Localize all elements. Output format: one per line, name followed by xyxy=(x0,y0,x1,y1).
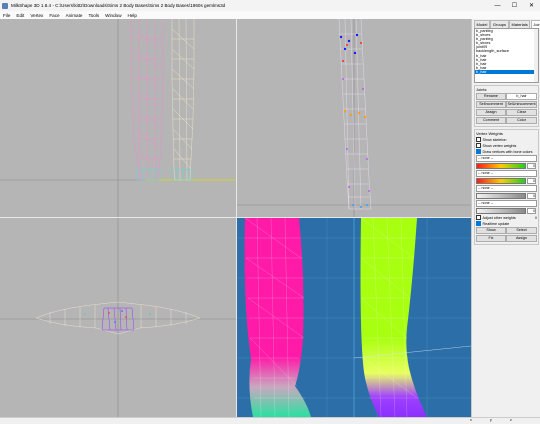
joints-section-title: Joints xyxy=(476,87,487,92)
menu-animate[interactable]: Animate xyxy=(63,13,86,18)
weight-value-4[interactable]: 0 xyxy=(527,208,536,214)
status-y: y xyxy=(490,418,492,422)
menu-file[interactable]: File xyxy=(0,13,13,18)
weight-gradient-1[interactable] xyxy=(476,163,526,169)
vertex-weights-section: Vertex Weights Show skeleton Show vertex… xyxy=(474,129,539,245)
perspective-render xyxy=(237,218,471,417)
close-button[interactable]: ✕ xyxy=(523,0,540,11)
fix-button[interactable]: Fix xyxy=(476,235,507,242)
menu-edit[interactable]: Edit xyxy=(13,13,27,18)
checkbox-icon xyxy=(476,215,481,220)
window-title: MilkShape 3D 1.8.4 - C:\Users\kitt2\Down… xyxy=(11,3,226,8)
checkbox-icon xyxy=(476,143,481,148)
viewport-splitter-horizontal[interactable] xyxy=(0,217,471,218)
bone-select-1[interactable]: -- none -- xyxy=(476,155,537,162)
show-vertex-weights-label: Show vertex weights xyxy=(482,143,517,148)
weight-value-2[interactable]: 0 xyxy=(527,178,536,184)
checkbox-icon xyxy=(476,137,481,142)
status-x: x xyxy=(470,418,472,422)
weight-row-1: 0 xyxy=(476,163,537,169)
checkbox-checked-icon xyxy=(476,221,481,226)
joint-list-scrollbar[interactable] xyxy=(534,29,538,82)
vertex-weights-title: Vertex Weights xyxy=(476,131,503,136)
assign-weights-button[interactable]: Assign xyxy=(506,235,537,242)
viewport-front[interactable] xyxy=(0,19,236,217)
viewport-side[interactable] xyxy=(237,19,471,217)
weight-row-2: 0 xyxy=(476,178,537,184)
minimize-button[interactable]: — xyxy=(489,0,506,11)
weight-row-4: 0 xyxy=(476,208,537,214)
weight-gradient-4[interactable] xyxy=(476,208,526,214)
selincomment-button[interactable]: SelIncomment xyxy=(476,101,507,108)
weight-gradient-2[interactable] xyxy=(476,178,526,184)
front-wireframe xyxy=(0,19,236,217)
joint-list-item-selected[interactable]: b_hair xyxy=(475,69,538,75)
menu-window[interactable]: Window xyxy=(102,13,124,18)
comment-button[interactable]: Comment xyxy=(476,117,507,124)
realtime-update-checkbox[interactable]: Realtime update xyxy=(476,221,537,226)
select-button[interactable]: Select xyxy=(506,227,537,234)
top-wireframe xyxy=(0,218,236,417)
weight-value-3[interactable]: 0 xyxy=(527,193,536,199)
joint-name-field[interactable]: b_hair xyxy=(506,93,537,100)
weight-row-3: 0 xyxy=(476,193,537,199)
viewport-3d[interactable] xyxy=(237,218,471,417)
joints-section: Joints Rename b_hair SelIncomment SelUni… xyxy=(474,85,539,127)
adjust-weights-value[interactable]: 0 xyxy=(535,216,537,220)
bone-select-2[interactable]: -- none -- xyxy=(476,170,537,177)
tab-groups[interactable]: Groups xyxy=(490,20,509,28)
tab-materials[interactable]: Materials xyxy=(509,20,531,28)
weight-value-1[interactable]: 0 xyxy=(527,163,536,169)
app-icon xyxy=(2,2,8,9)
side-panel: Model Groups Materials Joints b_pantleg … xyxy=(471,19,540,417)
show-skeleton-checkbox[interactable]: Show skeleton xyxy=(476,137,537,142)
menu-help[interactable]: Help xyxy=(125,13,140,18)
checkbox-checked-icon xyxy=(476,149,481,154)
weight-gradient-3[interactable] xyxy=(476,193,526,199)
menu-bar: File Edit Vertex Face Animate Tools Wind… xyxy=(0,11,540,19)
show-button[interactable]: Show xyxy=(476,227,507,234)
assign-button[interactable]: Assign xyxy=(476,109,507,116)
menu-vertex[interactable]: Vertex xyxy=(27,13,46,18)
clear-button[interactable]: Clear xyxy=(506,109,537,116)
draw-vertices-label: Draw vertices with bone colors xyxy=(482,149,533,154)
adjust-other-weights-label: Adjust other weights xyxy=(482,215,516,220)
panel-tabs: Model Groups Materials Joints xyxy=(474,20,540,28)
status-z: z xyxy=(510,418,512,422)
window-controls: — ☐ ✕ xyxy=(489,0,540,11)
side-wireframe xyxy=(237,19,471,217)
show-vertex-weights-checkbox[interactable]: Show vertex weights xyxy=(476,143,537,148)
menu-tools[interactable]: Tools xyxy=(85,13,102,18)
tab-model[interactable]: Model xyxy=(474,20,490,28)
menu-face[interactable]: Face xyxy=(46,13,62,18)
tab-joints[interactable]: Joints xyxy=(530,20,540,28)
adjust-other-weights-checkbox[interactable]: Adjust other weights 0 xyxy=(476,215,537,220)
title-bar: MilkShape 3D 1.8.4 - C:\Users\kitt2\Down… xyxy=(0,0,540,11)
joint-list[interactable]: b_pantleg b_shoes b_pantleg b_shoes join… xyxy=(474,28,539,83)
show-skeleton-label: Show skeleton xyxy=(482,137,507,142)
selunincomment-button[interactable]: SelUnincomment xyxy=(506,101,537,108)
color-button[interactable]: Color xyxy=(506,117,537,124)
rename-button[interactable]: Rename xyxy=(476,93,507,100)
viewport-splitter-vertical[interactable] xyxy=(236,19,237,417)
maximize-button[interactable]: ☐ xyxy=(506,0,523,11)
bone-select-4[interactable]: -- none -- xyxy=(476,200,537,207)
viewport-top[interactable] xyxy=(0,218,236,417)
bone-select-3[interactable]: -- none -- xyxy=(476,185,537,192)
realtime-update-label: Realtime update xyxy=(482,221,510,226)
draw-vertices-bone-colors-checkbox[interactable]: Draw vertices with bone colors xyxy=(476,149,537,154)
